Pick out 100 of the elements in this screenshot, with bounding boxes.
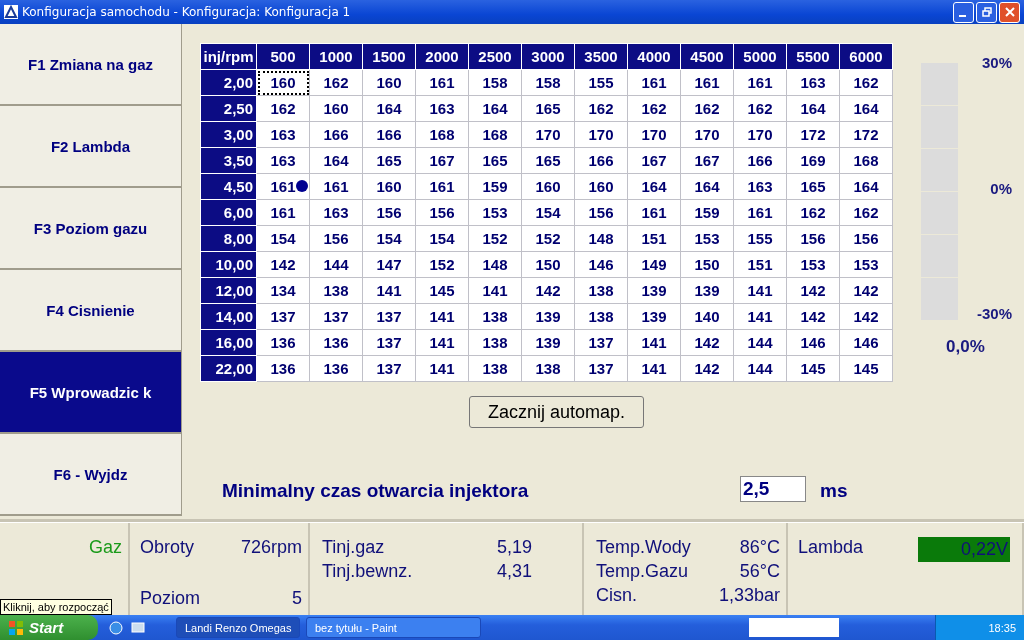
table-cell[interactable]: 161: [309, 173, 363, 200]
table-cell[interactable]: 145: [839, 355, 893, 382]
table-cell[interactable]: 166: [733, 147, 787, 174]
table-cell[interactable]: 138: [468, 329, 522, 356]
table-cell[interactable]: 162: [733, 95, 787, 122]
table-cell[interactable]: 153: [468, 199, 522, 226]
table-cell[interactable]: 161: [256, 199, 310, 226]
table-cell[interactable]: 165: [468, 147, 522, 174]
table-cell[interactable]: 141: [733, 303, 787, 330]
table-cell[interactable]: 146: [574, 251, 628, 278]
table-cell[interactable]: 138: [574, 303, 628, 330]
table-cell[interactable]: 158: [468, 69, 522, 96]
table-cell[interactable]: 156: [786, 225, 840, 252]
table-cell[interactable]: 139: [521, 329, 575, 356]
table-cell[interactable]: 141: [415, 355, 469, 382]
table-cell[interactable]: 168: [839, 147, 893, 174]
table-cell[interactable]: 141: [627, 329, 681, 356]
table-cell[interactable]: 165: [521, 95, 575, 122]
table-cell[interactable]: 167: [415, 147, 469, 174]
table-cell[interactable]: 155: [574, 69, 628, 96]
table-cell[interactable]: 153: [839, 251, 893, 278]
table-cell[interactable]: 170: [627, 121, 681, 148]
table-cell[interactable]: 164: [468, 95, 522, 122]
table-cell[interactable]: 145: [415, 277, 469, 304]
table-cell[interactable]: 161: [733, 69, 787, 96]
table-cell[interactable]: 141: [415, 303, 469, 330]
table-cell[interactable]: 149: [627, 251, 681, 278]
table-cell[interactable]: 136: [309, 329, 363, 356]
table-cell[interactable]: 141: [733, 277, 787, 304]
sidebar-item[interactable]: F3 Poziom gazu: [0, 188, 182, 270]
restore-button[interactable]: [976, 1, 997, 23]
table-cell[interactable]: 139: [627, 303, 681, 330]
table-cell[interactable]: 162: [627, 95, 681, 122]
table-cell[interactable]: 164: [309, 147, 363, 174]
min-injection-field[interactable]: 2,5: [740, 476, 806, 502]
table-cell[interactable]: 163: [256, 147, 310, 174]
table-cell[interactable]: 168: [468, 121, 522, 148]
table-cell[interactable]: 160: [574, 173, 628, 200]
table-cell[interactable]: 166: [309, 121, 363, 148]
table-cell[interactable]: 162: [574, 95, 628, 122]
sidebar-item[interactable]: F2 Lambda: [0, 106, 182, 188]
table-cell[interactable]: 144: [733, 355, 787, 382]
table-cell[interactable]: 170: [680, 121, 734, 148]
table-cell[interactable]: 155: [733, 225, 787, 252]
table-cell[interactable]: 162: [256, 95, 310, 122]
table-cell[interactable]: 161: [627, 69, 681, 96]
table-cell[interactable]: 151: [627, 225, 681, 252]
table-cell[interactable]: 137: [574, 355, 628, 382]
table-cell[interactable]: 152: [521, 225, 575, 252]
table-cell[interactable]: 160: [521, 173, 575, 200]
table-cell[interactable]: 153: [680, 225, 734, 252]
table-cell[interactable]: 160: [309, 95, 363, 122]
table-cell[interactable]: 158: [521, 69, 575, 96]
table-cell[interactable]: 152: [468, 225, 522, 252]
table-cell[interactable]: 137: [309, 303, 363, 330]
table-cell[interactable]: 167: [627, 147, 681, 174]
table-cell[interactable]: 162: [839, 199, 893, 226]
table-cell[interactable]: 134: [256, 277, 310, 304]
table-cell[interactable]: 162: [309, 69, 363, 96]
table-cell[interactable]: 145: [786, 355, 840, 382]
table-cell[interactable]: 164: [839, 173, 893, 200]
table-cell[interactable]: 139: [521, 303, 575, 330]
table-cell[interactable]: 153: [786, 251, 840, 278]
table-cell[interactable]: 136: [256, 355, 310, 382]
table-cell[interactable]: 164: [786, 95, 840, 122]
table-cell[interactable]: 159: [680, 199, 734, 226]
desktop-icon[interactable]: [130, 619, 146, 636]
table-cell[interactable]: 141: [415, 329, 469, 356]
table-cell[interactable]: 148: [468, 251, 522, 278]
sidebar-item[interactable]: F4 Cisnienie: [0, 270, 182, 352]
table-cell[interactable]: 156: [574, 199, 628, 226]
table-cell[interactable]: 141: [362, 277, 416, 304]
taskbar-button[interactable]: bez tytułu - Paint: [306, 617, 481, 638]
table-cell[interactable]: 152: [415, 251, 469, 278]
table-cell[interactable]: 151: [733, 251, 787, 278]
table-cell[interactable]: 138: [468, 355, 522, 382]
table-cell[interactable]: 163: [256, 121, 310, 148]
table-cell[interactable]: 136: [256, 329, 310, 356]
table-cell[interactable]: 154: [415, 225, 469, 252]
table-cell[interactable]: 141: [627, 355, 681, 382]
table-cell[interactable]: 139: [627, 277, 681, 304]
sidebar-item[interactable]: F5 Wprowadzic k: [0, 352, 182, 434]
table-cell[interactable]: 150: [680, 251, 734, 278]
table-cell[interactable]: 161: [733, 199, 787, 226]
table-cell[interactable]: 164: [839, 95, 893, 122]
browser-icon[interactable]: [108, 619, 124, 636]
table-cell[interactable]: 163: [415, 95, 469, 122]
table-cell[interactable]: 138: [468, 303, 522, 330]
table-cell[interactable]: 170: [733, 121, 787, 148]
table-cell[interactable]: 172: [786, 121, 840, 148]
table-cell[interactable]: 154: [521, 199, 575, 226]
table-cell[interactable]: 166: [574, 147, 628, 174]
sidebar-item[interactable]: F1 Zmiana na gaz: [0, 24, 182, 106]
table-cell[interactable]: 136: [309, 355, 363, 382]
minimize-button[interactable]: [953, 1, 974, 23]
table-cell[interactable]: 137: [256, 303, 310, 330]
table-cell[interactable]: 142: [256, 251, 310, 278]
table-cell[interactable]: 163: [733, 173, 787, 200]
table-cell[interactable]: 166: [362, 121, 416, 148]
table-cell[interactable]: 137: [362, 355, 416, 382]
